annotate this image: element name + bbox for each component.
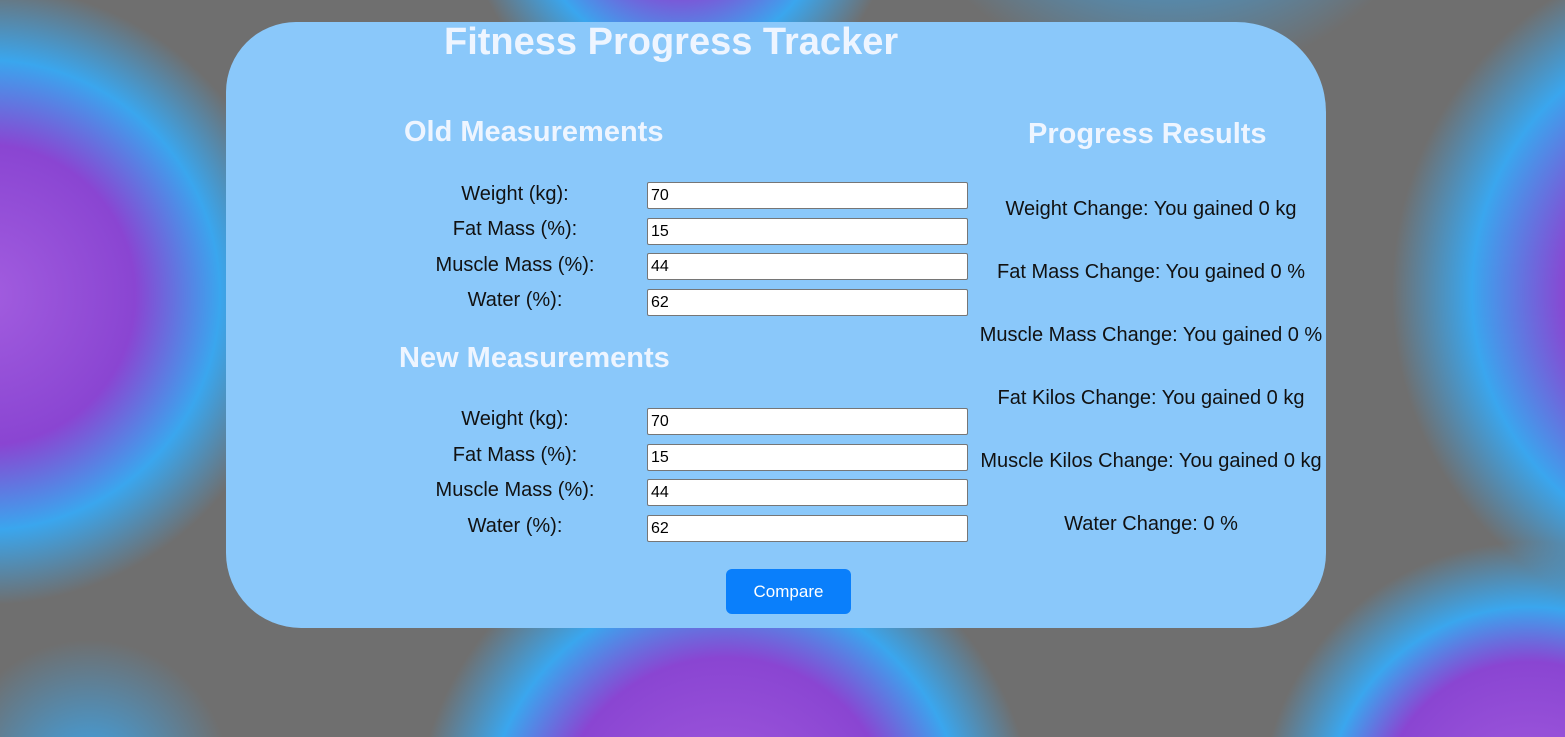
fat-kilos-change-result: Fat Kilos Change: You gained 0 kg	[997, 387, 1305, 409]
new-weight-label: Weight (kg):	[461, 408, 569, 430]
old-fat-mass-label: Fat Mass (%):	[452, 218, 578, 240]
muscle-mass-change-result: Muscle Mass Change: You gained 0 %	[979, 324, 1323, 346]
old-measurements-heading: Old Measurements	[404, 116, 664, 148]
new-measurements-heading: New Measurements	[399, 342, 670, 374]
old-water-label: Water (%):	[467, 289, 563, 311]
weight-change-result: Weight Change: You gained 0 kg	[1005, 198, 1297, 220]
progress-results-heading: Progress Results	[1028, 118, 1267, 150]
new-muscle-mass-input[interactable]	[647, 479, 968, 506]
new-muscle-mass-label: Muscle Mass (%):	[435, 479, 595, 501]
new-water-input[interactable]	[647, 515, 968, 542]
compare-button[interactable]: Compare	[726, 569, 851, 614]
new-fat-mass-label: Fat Mass (%):	[452, 444, 578, 466]
old-muscle-mass-input[interactable]	[647, 253, 968, 280]
old-muscle-mass-label: Muscle Mass (%):	[435, 254, 595, 276]
muscle-kilos-change-result: Muscle Kilos Change: You gained 0 kg	[980, 450, 1322, 472]
old-weight-label: Weight (kg):	[461, 183, 569, 205]
fat-mass-change-result: Fat Mass Change: You gained 0 %	[997, 261, 1305, 283]
old-water-input[interactable]	[647, 289, 968, 316]
new-weight-input[interactable]	[647, 408, 968, 435]
new-fat-mass-input[interactable]	[647, 444, 968, 471]
new-water-label: Water (%):	[467, 515, 563, 537]
water-change-result: Water Change: 0 %	[1064, 513, 1238, 535]
page-title: Fitness Progress Tracker	[444, 21, 899, 63]
old-fat-mass-input[interactable]	[647, 218, 968, 245]
old-weight-input[interactable]	[647, 182, 968, 209]
